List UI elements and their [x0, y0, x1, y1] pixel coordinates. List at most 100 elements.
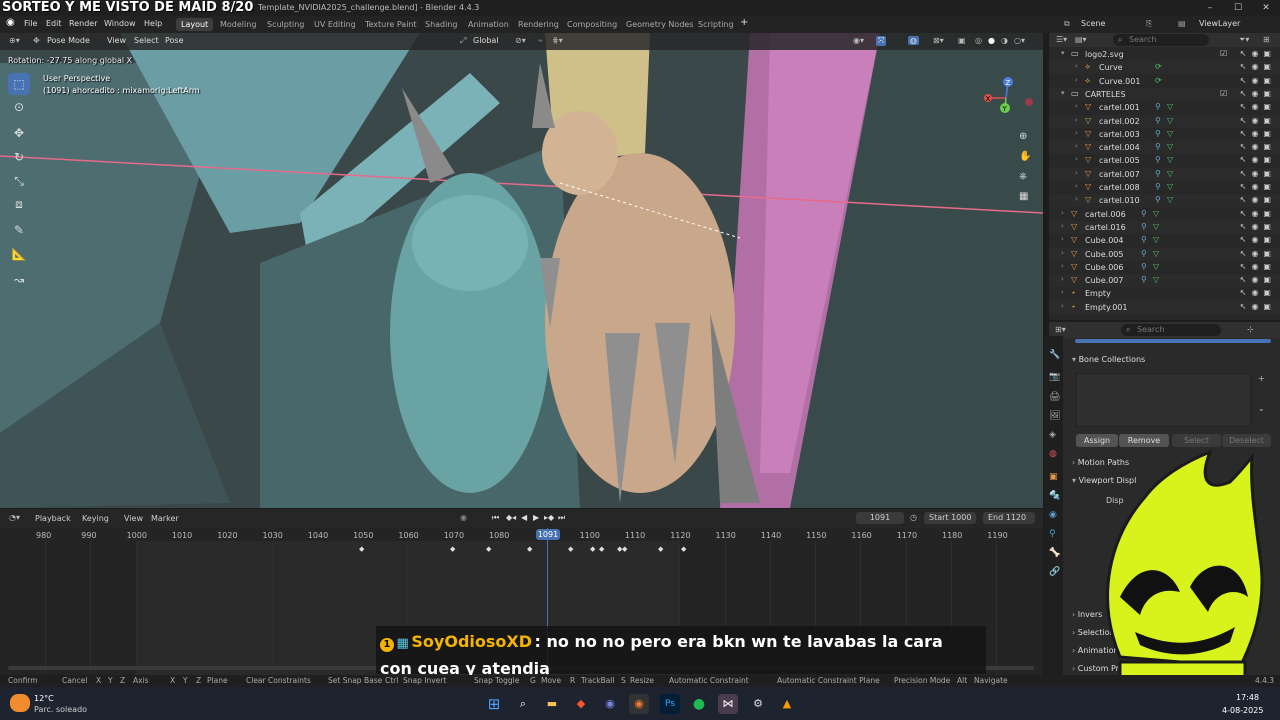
filter-icon[interactable]: ⏷▾ [1239, 35, 1249, 45]
visibility-toggles-icon[interactable]: ↖◉▣ [1240, 249, 1276, 258]
outliner-row[interactable]: › ▽ cartel.006 ⚲ ▽ ↖◉▣ [1049, 208, 1280, 221]
orientation-selector[interactable]: Global [473, 36, 499, 45]
visibility-toggles-icon[interactable]: ↖◉▣ [1240, 302, 1276, 311]
expand-toggle-icon[interactable]: › [1075, 129, 1078, 137]
file-explorer-icon[interactable]: ▬ [542, 694, 562, 714]
display-mode-icon[interactable]: ▤▾ [1075, 35, 1087, 44]
visibility-toggles-icon[interactable]: ↖◉▣ [1240, 182, 1276, 191]
tab-layout[interactable]: Layout [176, 18, 214, 31]
overlay-toggle-icon[interactable]: ◍ [908, 36, 919, 45]
scene-selector[interactable]: Scene [1081, 19, 1105, 28]
snap-icon[interactable]: ⌖ [538, 36, 543, 46]
timeline-menu-view[interactable]: View [124, 514, 143, 523]
add-collection-icon[interactable]: + [1258, 374, 1265, 383]
viewport-menu-view[interactable]: View [107, 36, 126, 45]
expand-toggle-icon[interactable]: ▾ [1061, 49, 1065, 57]
outliner-row[interactable]: › ⟡ Curve.001 ⟳ ↖◉▣ [1049, 75, 1280, 88]
properties-editor-icon[interactable]: ⊞▾ [1055, 325, 1066, 334]
wireframe-shading-icon[interactable]: ◎ [975, 36, 982, 45]
outliner-row[interactable]: › ▽ cartel.005 ⚲ ▽ ↖◉▣ [1049, 154, 1280, 167]
keyframe[interactable]: ◆ [450, 545, 455, 553]
viewport-menu-select[interactable]: Select [134, 36, 159, 45]
menu-file[interactable]: File [24, 19, 37, 28]
expand-toggle-icon[interactable]: › [1075, 76, 1078, 84]
expand-toggle-icon[interactable]: › [1061, 262, 1064, 270]
clock-time[interactable]: 17:48 [1236, 693, 1259, 702]
blender-taskbar-icon[interactable]: ◉ [629, 694, 649, 714]
expand-toggle-icon[interactable]: › [1061, 222, 1064, 230]
search-taskbar-icon[interactable]: ⌕ [513, 694, 533, 714]
outliner-editor-icon[interactable]: ☰▾ [1056, 35, 1067, 44]
deselect-button[interactable]: Deselect [1222, 434, 1271, 447]
outliner-row[interactable]: › ▽ cartel.003 ⚲ ▽ ↖◉▣ [1049, 128, 1280, 141]
tab-animation[interactable]: Animation [463, 18, 514, 31]
outliner-row[interactable]: › ▽ cartel.002 ⚲ ▽ ↖◉▣ [1049, 114, 1280, 128]
tab-compositing[interactable]: Compositing [562, 18, 622, 31]
blender-logo-icon[interactable]: ◉ [6, 17, 15, 28]
expand-toggle-icon[interactable]: › [1061, 235, 1064, 243]
mode-selector[interactable]: Pose Mode [47, 36, 90, 45]
keyframe[interactable]: ◆ [658, 545, 663, 553]
perspective-toggle-icon[interactable]: ▦ [1019, 191, 1028, 202]
outliner-row[interactable]: › ⟡ Curve ⟳ ↖◉▣ [1049, 61, 1280, 75]
maximize-button[interactable]: ☐ [1224, 0, 1252, 16]
viewport-menu-pose[interactable]: Pose [165, 36, 184, 45]
assign-button[interactable]: Assign [1076, 434, 1118, 447]
expand-toggle-icon[interactable]: › [1075, 182, 1078, 190]
menu-edit[interactable]: Edit [46, 19, 62, 28]
bone-constraint-tab-icon[interactable]: 🔗 [1049, 567, 1060, 578]
world-tab-icon[interactable]: ◍ [1049, 449, 1060, 460]
xray-icon[interactable]: ▣ [958, 36, 966, 45]
overlay-settings-icon[interactable]: ⊠▾ [933, 36, 944, 45]
playhead-frame-badge[interactable]: 1091 [536, 529, 560, 540]
bone-tab-icon[interactable]: 🦴 [1049, 548, 1060, 559]
rendered-shading-icon[interactable]: ○▾ [1014, 36, 1025, 45]
weather-icon[interactable] [10, 694, 30, 712]
play-reverse-icon[interactable]: ◀ [521, 513, 527, 522]
expand-toggle-icon[interactable]: › [1061, 209, 1064, 217]
gizmo-toggle-icon[interactable]: ⤧ [876, 36, 887, 46]
tab-sculpting[interactable]: Sculpting [262, 18, 309, 31]
solid-shading-icon[interactable]: ● [988, 36, 995, 45]
timeline-menu-marker[interactable]: Marker [151, 514, 179, 523]
close-button[interactable]: ✕ [1252, 0, 1280, 16]
tool-tab-icon[interactable]: 🔧 [1049, 350, 1060, 361]
visibility-toggles-icon[interactable]: ↖◉▣ [1240, 76, 1276, 85]
collection-menu-icon[interactable]: ⌄ [1258, 404, 1265, 413]
keyframe[interactable]: ◆ [359, 545, 364, 553]
vlc-icon[interactable]: ▲ [777, 694, 797, 714]
3d-viewport[interactable] [0, 33, 1043, 508]
current-frame-field[interactable]: 1091 [856, 512, 904, 524]
pin-icon[interactable]: ⊹ [1247, 325, 1254, 334]
tab-modeling[interactable]: Modeling [215, 18, 261, 31]
spotify-icon[interactable]: ● [689, 694, 709, 714]
new-collection-icon[interactable]: ⊞ [1263, 35, 1270, 44]
bone-collection-list[interactable] [1076, 373, 1251, 427]
outliner-search-input[interactable]: Search [1113, 34, 1209, 46]
outliner-row[interactable]: › ▽ Cube.005 ⚲ ▽ ↖◉▣ [1049, 247, 1280, 261]
tab-rendering[interactable]: Rendering [513, 18, 564, 31]
weather-temp[interactable]: 12°C [34, 694, 54, 703]
snap-settings-icon[interactable]: ⋕▾ [552, 36, 563, 45]
render-tab-icon[interactable]: 📷 [1049, 372, 1060, 383]
visibility-toggles-icon[interactable]: ↖◉▣ [1240, 62, 1276, 71]
keyframe[interactable]: ◆ [486, 545, 491, 553]
timeline-menu-playback[interactable]: Playback [35, 514, 71, 523]
expand-toggle-icon[interactable]: › [1061, 288, 1064, 296]
visibility-toggles-icon[interactable]: ↖◉▣ [1240, 195, 1276, 204]
tab-texture-paint[interactable]: Texture Paint [360, 18, 422, 31]
pivot-icon[interactable]: ⊘▾ [515, 36, 526, 45]
windows-start-icon[interactable]: ⊞ [484, 694, 504, 714]
expand-toggle-icon[interactable]: › [1075, 169, 1078, 177]
brave-browser-icon[interactable]: ◆ [571, 694, 591, 714]
play-icon[interactable]: ▶ [533, 513, 539, 522]
expand-toggle-icon[interactable]: › [1075, 102, 1078, 110]
properties-search-input[interactable]: Search [1121, 324, 1221, 336]
transform-tool-button[interactable]: ⧈ [8, 193, 30, 215]
tab-shading[interactable]: Shading [420, 18, 463, 31]
expand-toggle-icon[interactable]: › [1061, 249, 1064, 257]
visibility-toggles-icon[interactable]: ☑ ↖◉▣ [1220, 49, 1276, 58]
jump-start-icon[interactable]: ⏮ [492, 513, 499, 523]
cursor-tool-button[interactable]: ⊙ [8, 96, 30, 118]
tab-uv-editing[interactable]: UV Editing [309, 18, 361, 31]
